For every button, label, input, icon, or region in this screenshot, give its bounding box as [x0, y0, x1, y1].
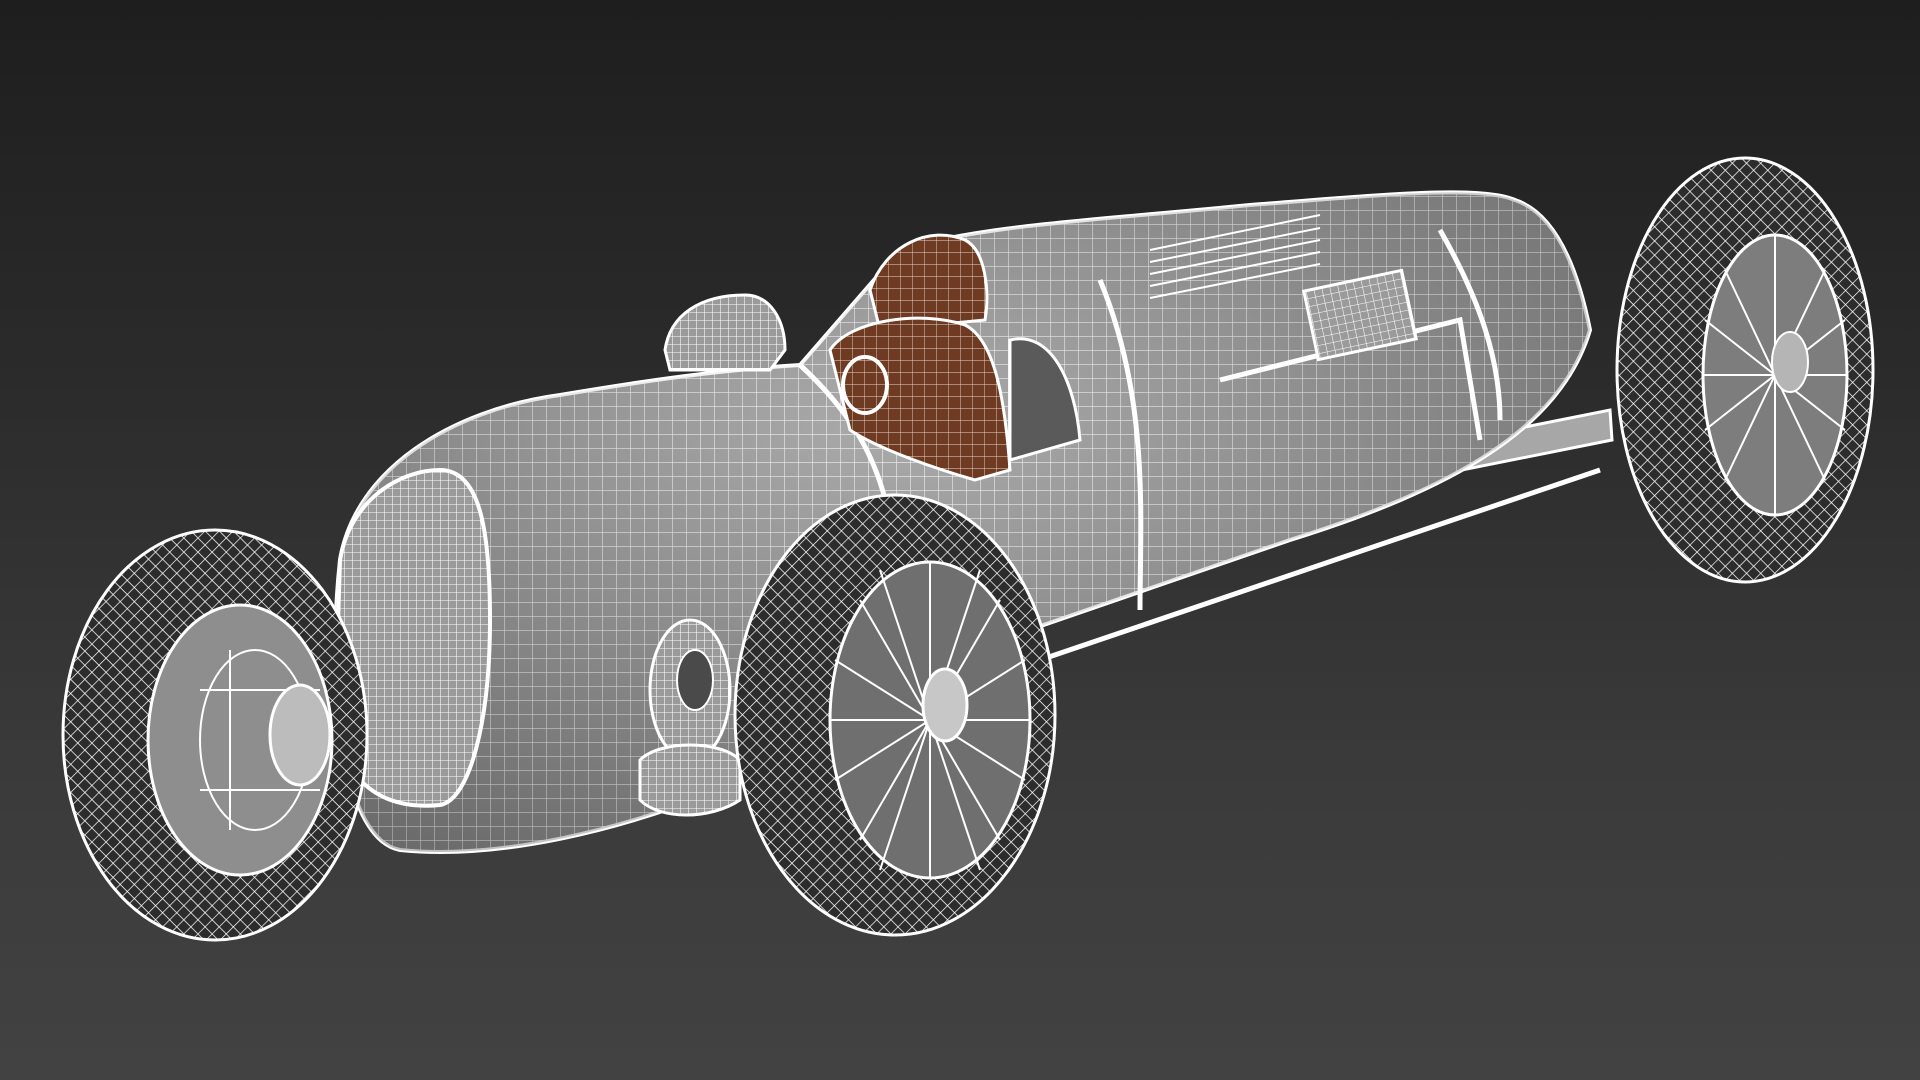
3d-viewport[interactable] [0, 0, 1920, 1080]
front-left-wheel [61, 528, 369, 942]
rear-right-wheel [1615, 156, 1875, 584]
front-right-wheel [733, 493, 1057, 937]
headrest-cowl [868, 233, 989, 332]
windscreen [663, 293, 787, 372]
car-wireframe-model [61, 156, 1875, 942]
